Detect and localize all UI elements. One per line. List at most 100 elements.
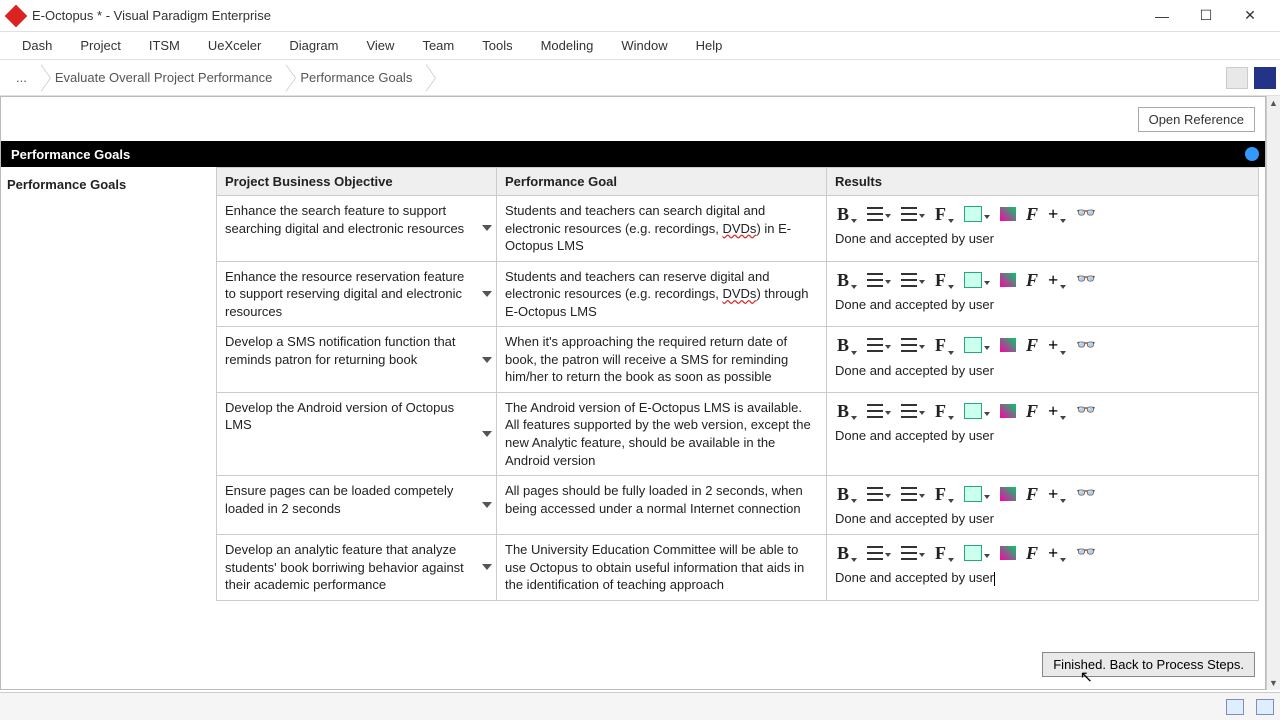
clear-format-button[interactable]: F [1024, 333, 1040, 357]
menu-tools[interactable]: Tools [468, 34, 526, 57]
maximize-button[interactable]: ☐ [1184, 2, 1228, 30]
scroll-down-icon[interactable]: ▼ [1267, 676, 1280, 690]
align-button[interactable] [865, 404, 893, 418]
font-button[interactable]: F [933, 268, 956, 292]
bold-button[interactable]: B [835, 333, 859, 357]
panel-toggle-icon[interactable] [1254, 67, 1276, 89]
table-button[interactable] [962, 272, 992, 288]
goal-cell[interactable]: The University Education Committee will … [497, 534, 827, 600]
results-cell[interactable]: BFF+👓Done and accepted by user [827, 392, 1259, 475]
results-cell[interactable]: BFF+👓Done and accepted by user [827, 327, 1259, 393]
font-button[interactable]: F [933, 541, 956, 565]
menu-team[interactable]: Team [408, 34, 468, 57]
collapse-icon[interactable] [1245, 147, 1259, 161]
objective-cell[interactable]: Develop an analytic feature that analyze… [217, 534, 497, 600]
image-button[interactable] [998, 273, 1018, 287]
open-reference-button[interactable]: Open Reference [1138, 107, 1255, 132]
objective-cell[interactable]: Enhance the resource reservation feature… [217, 261, 497, 327]
close-button[interactable]: ✕ [1228, 2, 1272, 30]
menu-uexceler[interactable]: UeXceler [194, 34, 275, 57]
add-button[interactable]: + [1046, 202, 1068, 226]
dropdown-icon[interactable] [482, 431, 492, 437]
list-button[interactable] [899, 546, 927, 560]
image-button[interactable] [998, 207, 1018, 221]
dropdown-icon[interactable] [482, 502, 492, 508]
result-text[interactable]: Done and accepted by user [835, 362, 1250, 380]
find-button[interactable]: 👓 [1074, 203, 1098, 225]
vertical-scrollbar[interactable]: ▲ ▼ [1266, 96, 1280, 690]
objective-cell[interactable]: Develop a SMS notification function that… [217, 327, 497, 393]
bold-button[interactable]: B [835, 541, 859, 565]
dropdown-icon[interactable] [482, 291, 492, 297]
add-button[interactable]: + [1046, 399, 1068, 423]
menu-modeling[interactable]: Modeling [527, 34, 608, 57]
font-button[interactable]: F [933, 399, 956, 423]
align-button[interactable] [865, 487, 893, 501]
results-cell[interactable]: BFF+👓Done and accepted by user [827, 476, 1259, 535]
align-button[interactable] [865, 207, 893, 221]
find-button[interactable]: 👓 [1074, 542, 1098, 564]
section-header[interactable]: Performance Goals [1, 141, 1265, 167]
dropdown-icon[interactable] [482, 564, 492, 570]
result-text[interactable]: Done and accepted by user [835, 510, 1250, 528]
bold-button[interactable]: B [835, 202, 859, 226]
align-button[interactable] [865, 338, 893, 352]
find-button[interactable]: 👓 [1074, 483, 1098, 505]
results-cell[interactable]: BFF+👓Done and accepted by user [827, 261, 1259, 327]
breadcrumb-item[interactable]: ... [4, 64, 43, 91]
image-button[interactable] [998, 404, 1018, 418]
table-button[interactable] [962, 337, 992, 353]
table-button[interactable] [962, 486, 992, 502]
menu-view[interactable]: View [352, 34, 408, 57]
result-text[interactable]: Done and accepted by user [835, 296, 1250, 314]
breadcrumb-item[interactable]: Evaluate Overall Project Performance [43, 64, 288, 91]
table-button[interactable] [962, 206, 992, 222]
menu-itsm[interactable]: ITSM [135, 34, 194, 57]
align-button[interactable] [865, 546, 893, 560]
goal-cell[interactable]: Students and teachers can reserve digita… [497, 261, 827, 327]
menu-diagram[interactable]: Diagram [275, 34, 352, 57]
view-toggle-icon[interactable] [1226, 67, 1248, 89]
results-cell[interactable]: BFF+👓Done and accepted by user [827, 534, 1259, 600]
clear-format-button[interactable]: F [1024, 541, 1040, 565]
clear-format-button[interactable]: F [1024, 202, 1040, 226]
result-text[interactable]: Done and accepted by user [835, 569, 1250, 587]
result-text[interactable]: Done and accepted by user [835, 427, 1250, 445]
objective-cell[interactable]: Enhance the search feature to support se… [217, 196, 497, 262]
objective-cell[interactable]: Ensure pages can be loaded competely loa… [217, 476, 497, 535]
result-text[interactable]: Done and accepted by user [835, 230, 1250, 248]
dropdown-icon[interactable] [482, 357, 492, 363]
menu-window[interactable]: Window [607, 34, 681, 57]
minimize-button[interactable]: — [1140, 2, 1184, 30]
image-button[interactable] [998, 338, 1018, 352]
goal-cell[interactable]: Students and teachers can search digital… [497, 196, 827, 262]
image-button[interactable] [998, 487, 1018, 501]
results-cell[interactable]: BFF+👓Done and accepted by user [827, 196, 1259, 262]
add-button[interactable]: + [1046, 541, 1068, 565]
list-button[interactable] [899, 273, 927, 287]
bold-button[interactable]: B [835, 268, 859, 292]
clear-format-button[interactable]: F [1024, 482, 1040, 506]
mail-icon[interactable] [1226, 699, 1244, 715]
bold-button[interactable]: B [835, 399, 859, 423]
font-button[interactable]: F [933, 482, 956, 506]
find-button[interactable]: 👓 [1074, 269, 1098, 291]
find-button[interactable]: 👓 [1074, 400, 1098, 422]
bold-button[interactable]: B [835, 482, 859, 506]
clear-format-button[interactable]: F [1024, 399, 1040, 423]
breadcrumb-item[interactable]: Performance Goals [288, 64, 428, 91]
objective-cell[interactable]: Develop the Android version of Octopus L… [217, 392, 497, 475]
add-button[interactable]: + [1046, 268, 1068, 292]
add-button[interactable]: + [1046, 333, 1068, 357]
goal-cell[interactable]: The Android version of E-Octopus LMS is … [497, 392, 827, 475]
finished-button[interactable]: Finished. Back to Process Steps. [1042, 652, 1255, 677]
font-button[interactable]: F [933, 333, 956, 357]
list-button[interactable] [899, 487, 927, 501]
edit-icon[interactable] [1256, 699, 1274, 715]
add-button[interactable]: + [1046, 482, 1068, 506]
menu-project[interactable]: Project [66, 34, 134, 57]
table-button[interactable] [962, 545, 992, 561]
font-button[interactable]: F [933, 202, 956, 226]
list-button[interactable] [899, 207, 927, 221]
scroll-up-icon[interactable]: ▲ [1267, 96, 1280, 110]
